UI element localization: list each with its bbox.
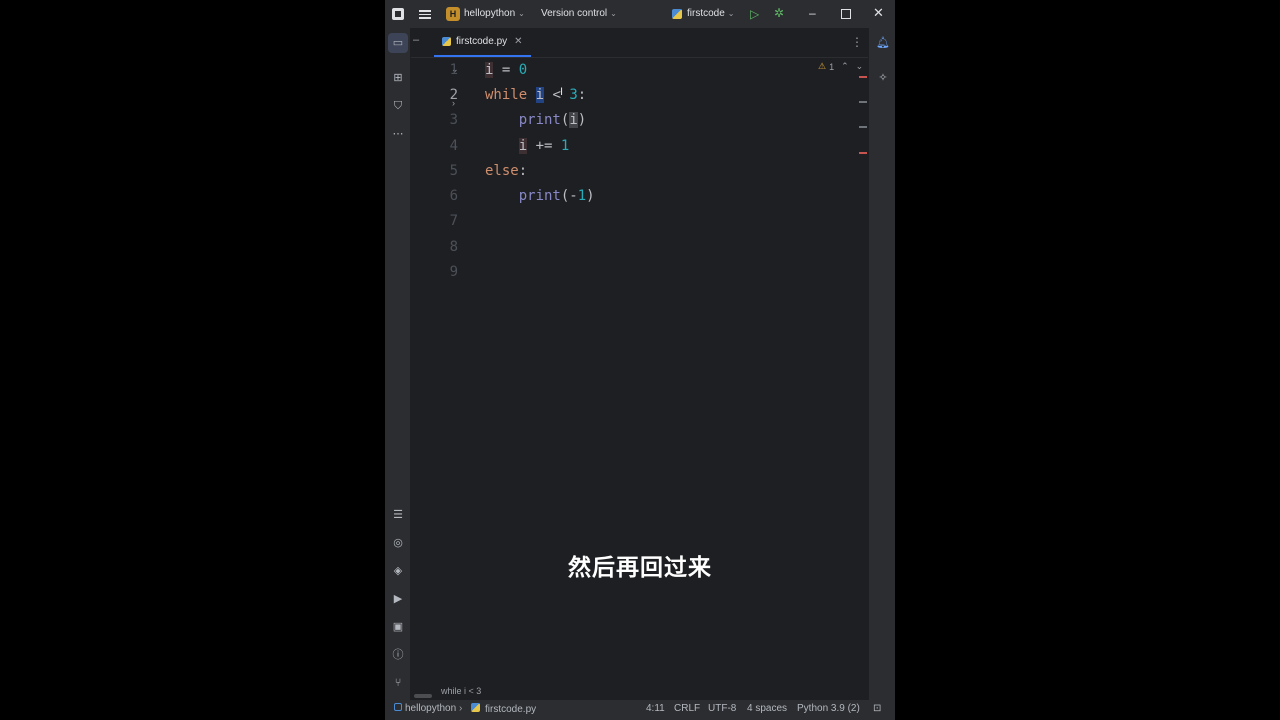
line-number-current: 2 <box>449 87 458 103</box>
code-line-6: print(-1) <box>518 188 595 204</box>
video-subtitle: 然后再回过来 <box>568 554 712 580</box>
project-badge[interactable]: H <box>446 7 460 21</box>
more-vertical-icon[interactable]: ⋮ <box>851 35 863 49</box>
collapse-icon[interactable]: – <box>413 34 419 46</box>
error-marker[interactable] <box>859 76 867 78</box>
line-number: 7 <box>449 213 458 229</box>
status-project[interactable]: hellopython <box>394 703 456 714</box>
minimize-icon[interactable]: – <box>809 6 816 20</box>
code-line-5: else: <box>485 163 528 179</box>
more-icon[interactable]: ⋯ <box>391 127 405 141</box>
line-number: 5 <box>449 163 458 179</box>
app-logo-icon[interactable] <box>392 8 404 20</box>
close-icon[interactable]: ✕ <box>873 5 884 21</box>
chevron-up-icon[interactable]: ⌃ <box>841 61 849 72</box>
lock-icon[interactable]: ⊡ <box>873 703 881 714</box>
maximize-icon[interactable] <box>841 9 851 19</box>
status-project-label: hellopython <box>405 703 457 714</box>
close-tab-icon[interactable]: ✕ <box>514 36 522 47</box>
tab-firstcode[interactable]: firstcode.py ✕ <box>434 28 531 57</box>
line-number-gutter[interactable]: ⌄ › 1 2 3 4 5 6 7 8 9 <box>411 58 484 686</box>
services-icon[interactable]: ▶ <box>391 592 405 606</box>
status-position[interactable]: 4:11 <box>646 703 665 714</box>
line-number: 1 <box>449 62 458 78</box>
terminal-icon[interactable]: ▣ <box>391 620 405 634</box>
editor-tab-bar: – firstcode.py ✕ ⋮ <box>411 28 868 58</box>
warning-count: 1 <box>829 61 835 72</box>
ai-assistant-icon[interactable]: ✧ <box>876 71 890 85</box>
code-line-3: print(i) <box>518 112 587 128</box>
version-control-label: Version control <box>541 8 608 19</box>
status-file-label: firstcode.py <box>485 704 537 715</box>
code-editor[interactable]: i = 0 while i < 3: print(i) i += 1 else:… <box>483 58 868 686</box>
run-config-label: firstcode <box>687 8 725 19</box>
folder-icon[interactable]: ▭ <box>388 33 408 53</box>
status-indent[interactable]: 4 spaces <box>747 703 787 714</box>
chevron-right-icon: › <box>459 703 463 714</box>
tab-label: firstcode.py <box>456 36 508 47</box>
notifications-icon[interactable]: 🔔︎ <box>876 36 890 50</box>
breadcrumb: while i < 3 <box>411 686 868 700</box>
warning-icon: ⚠ <box>818 61 827 71</box>
line-number: 6 <box>449 188 458 204</box>
status-line-separator[interactable]: CRLF <box>674 703 700 714</box>
chevron-down-icon[interactable]: ⌄ <box>856 61 864 72</box>
ide-window: H hellopython ⌄ Version control ⌄ firstcod… <box>385 0 895 720</box>
inspection-widget[interactable]: ⚠ 1 ⌃ ⌄ <box>818 61 863 72</box>
status-interpreter[interactable]: Python 3.9 (2) <box>797 703 860 714</box>
usage-marker[interactable] <box>859 126 867 128</box>
line-number: 4 <box>449 138 458 154</box>
line-number: 3 <box>449 112 458 128</box>
status-bar: hellopython › firstcode.py 4:11 CRLF UTF… <box>385 700 895 720</box>
breadcrumb-item[interactable]: while i < 3 <box>441 686 481 696</box>
code-line-4: i += 1 <box>518 138 570 154</box>
project-selector[interactable]: hellopython ⌄ <box>464 8 525 19</box>
debug-icon[interactable]: ✲ <box>774 6 784 20</box>
code-line-1: i = 0 <box>485 62 528 78</box>
python-file-icon <box>471 703 480 712</box>
chevron-down-icon: ⌄ <box>727 9 735 18</box>
chevron-down-icon: ⌄ <box>610 9 617 18</box>
line-number: 8 <box>449 239 458 255</box>
python-icon <box>672 8 682 19</box>
line-number: 9 <box>449 264 458 280</box>
structure-icon[interactable]: ⊞ <box>391 71 405 85</box>
git-icon[interactable]: ⑂ <box>391 676 405 690</box>
python-file-icon <box>442 37 451 46</box>
title-bar: H hellopython ⌄ Version control ⌄ firstcod… <box>385 0 895 28</box>
left-tool-strip: ▭ ⊞ ⛉ ⋯ ☰ ◎ ◈ ▶ ▣ ⓘ ⑂ <box>385 28 411 700</box>
horizontal-scrollbar[interactable] <box>414 694 432 698</box>
bookmark-icon[interactable]: ⛉ <box>391 99 405 113</box>
run-icon[interactable]: ▷ <box>750 7 759 21</box>
status-file[interactable]: firstcode.py <box>471 703 536 715</box>
version-control-menu[interactable]: Version control ⌄ <box>541 8 617 19</box>
usage-marker[interactable] <box>859 101 867 103</box>
chevron-down-icon: ⌄ <box>518 9 525 18</box>
project-icon <box>394 703 402 711</box>
error-marker[interactable] <box>859 152 867 154</box>
main-menu-icon[interactable] <box>419 8 431 20</box>
code-line-2: while i < 3: <box>485 87 587 103</box>
status-encoding[interactable]: UTF-8 <box>708 703 736 714</box>
project-name: hellopython <box>464 8 516 19</box>
run-config-selector[interactable]: firstcode ⌄ <box>672 8 735 19</box>
todo-list-icon[interactable]: ☰ <box>391 508 405 522</box>
problems-icon[interactable]: ⓘ <box>391 648 405 662</box>
right-tool-strip: 🔔︎ ✧ <box>868 28 895 700</box>
mouse-cursor-icon: I <box>560 86 564 98</box>
